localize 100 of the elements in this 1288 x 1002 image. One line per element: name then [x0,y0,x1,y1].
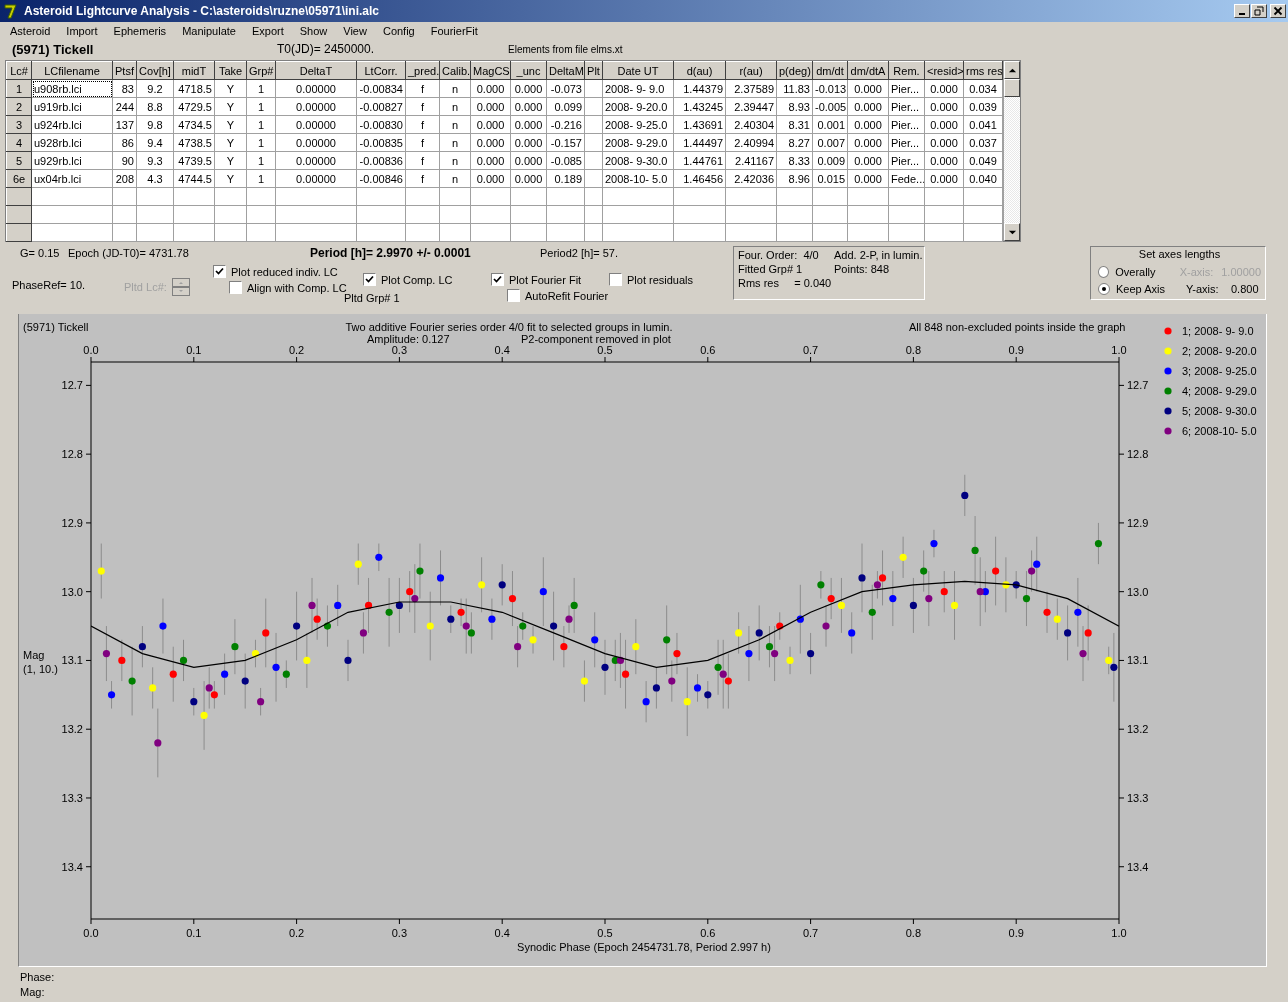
x-tick-label: 0.9 [1008,927,1024,939]
table-cell: 83 [112,79,137,98]
column-header[interactable]: MagCS [470,61,511,80]
column-header[interactable]: DeltaM [546,61,585,80]
column-header[interactable]: Rem. [888,61,925,80]
table-cell: 4718.5 [173,79,215,98]
table-cell: -0.00830 [356,115,406,134]
table-cell: -0.157 [546,133,585,152]
table-cell: -0.005 [812,97,848,116]
scrollbar[interactable] [1003,61,1020,241]
column-header[interactable]: _pred. [405,61,440,80]
period2-label: Period2 [h]= 57. [540,247,618,259]
scroll-thumb[interactable] [1004,79,1020,97]
column-header[interactable]: LtCorr. [356,61,406,80]
table-cell: f [405,151,440,170]
fit-info-text: Rms res = 0.040 [738,277,833,289]
restore-button[interactable] [1251,4,1267,18]
checkbox[interactable] [507,289,520,302]
menu-item[interactable]: Ephemeris [105,25,175,37]
y-tick-label: 12.9 [1127,516,1149,529]
checkbox-label[interactable]: Plot Fourier Fit [509,273,582,286]
table-cell: u928rb.lci [31,133,113,152]
checkbox-label[interactable]: AutoRefit Fourier [525,289,609,302]
column-header[interactable]: Grp# [246,61,276,80]
checkbox[interactable] [491,273,504,286]
table-cell: 0.000 [470,133,511,152]
menu-item[interactable]: Export [243,25,292,37]
table-cell: 0.040 [963,169,1003,188]
column-header[interactable]: Calib. [439,61,471,80]
table-cell: -0.073 [546,79,585,98]
radio-button[interactable] [1098,282,1110,295]
table-cell: 0.000 [847,133,889,152]
phase-readout: Phase: [20,970,56,985]
checkbox-label[interactable]: Plot Comp. LC [381,273,453,286]
checkbox[interactable] [609,273,622,286]
y-tick-label: 12.7 [61,379,83,392]
checkmark-icon [215,267,224,276]
table-cell: 0.007 [812,133,848,152]
menu-item[interactable]: Import [58,25,106,37]
table-cell: 1.46456 [673,169,726,188]
table-cell: 2.41167 [725,151,777,170]
column-header[interactable]: rms res [963,61,1003,80]
column-header[interactable]: Lc# [6,61,32,80]
column-header[interactable]: Date UT [602,61,674,80]
legend-label: 4; 2008- 9-29.0 [1182,385,1257,397]
y-tick-label: 13.1 [61,654,83,667]
table-cell: 0.000 [924,97,964,116]
column-header[interactable]: p(deg) [776,61,813,80]
checkbox[interactable] [229,281,242,294]
radio-label[interactable]: Keep Axis [1116,282,1186,295]
column-header[interactable]: Take [214,61,247,80]
menu-item[interactable]: Asteroid [2,25,59,37]
table-cell: 8.93 [776,97,813,116]
menu-item[interactable]: Show [291,25,336,37]
menu-item[interactable]: View [335,25,375,37]
table-cell: f [405,169,440,188]
minimize-icon [1239,13,1245,15]
menu-item[interactable]: Config [374,25,423,37]
checkbox[interactable] [213,265,226,278]
y-tick-label: 13.0 [61,585,83,598]
table-cell: 244 [112,97,137,116]
checkbox-label[interactable]: Align with Comp. LC [247,281,347,294]
mag-readout: Mag: [20,985,46,1000]
checkbox[interactable] [363,273,376,286]
table-cell: 0.000 [470,169,511,188]
column-header[interactable]: dm/dtA [847,61,889,80]
column-header[interactable]: Cov[h] [136,61,174,80]
column-header[interactable]: midT [173,61,215,80]
table-cell: 1 [246,133,276,152]
table-cell: 8.96 [776,169,813,188]
menu-item[interactable]: Manipulate [174,25,244,37]
table-cell: n [439,151,471,170]
menu-item[interactable]: FourierFit [422,25,486,37]
y-tick-label: 13.3 [1127,791,1149,804]
column-header[interactable]: <resid> [924,61,964,80]
table-cell: 1.44379 [673,79,726,98]
table-cell: u929rb.lci [31,151,113,170]
x-tick-label: 0.5 [597,927,613,939]
table-cell: 0.000 [470,115,511,134]
column-header[interactable]: _unc [510,61,547,80]
legend-label: 6; 2008-10- 5.0 [1182,425,1257,437]
minimize-button[interactable] [1234,4,1250,18]
x-tick-label: 0.1 [186,344,202,356]
checkbox-label[interactable]: Plot reduced indiv. LC [231,265,338,278]
close-button[interactable] [1270,4,1286,18]
column-header[interactable]: r(au) [725,61,777,80]
column-header[interactable]: dm/dt [812,61,848,80]
table-cell: 1.43245 [673,97,726,116]
table-cell: -0.00846 [356,169,406,188]
table-cell: 0.00000 [275,97,357,116]
x-tick-label: 0.5 [597,344,613,356]
column-header[interactable]: DeltaT [275,61,357,80]
column-header[interactable]: d(au) [673,61,726,80]
y-tick-label: 13.1 [1127,654,1149,667]
table-cell: Pier... [888,151,925,170]
column-header[interactable]: Ptsf [112,61,137,80]
column-header[interactable]: LCfilename [31,61,113,80]
table-cell: 8.8 [136,97,174,116]
x-tick-label: 0.3 [391,344,408,356]
checkbox-label[interactable]: Plot residuals [627,273,694,286]
